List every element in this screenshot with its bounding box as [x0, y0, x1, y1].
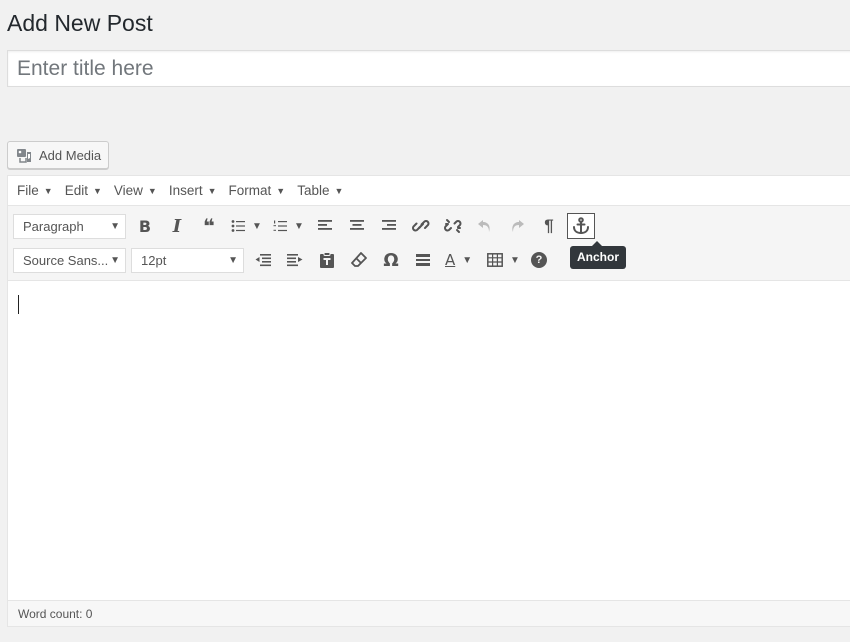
align-left-icon — [318, 220, 332, 230]
caret-down-icon: ▼ — [43, 185, 53, 196]
caret-down-icon: ▼ — [462, 254, 473, 266]
align-right-icon — [382, 220, 396, 230]
align-center-button[interactable] — [343, 213, 371, 239]
caret-down-icon: ▼ — [252, 220, 262, 232]
special-char-icon: Ω — [383, 249, 399, 271]
font-family-select[interactable]: Source Sans... ▼ — [13, 247, 126, 273]
horizontal-rule-icon — [416, 254, 430, 266]
italic-icon: I — [172, 215, 182, 237]
help-icon: ? — [531, 252, 547, 268]
caret-down-icon: ▼ — [276, 185, 286, 196]
paste-as-text-button[interactable] — [313, 247, 341, 273]
align-center-icon — [350, 220, 364, 230]
table-button[interactable]: ▼ — [483, 247, 521, 273]
redo-icon — [512, 220, 524, 232]
anchor-button[interactable] — [567, 213, 595, 239]
insert-link-button[interactable] — [407, 213, 435, 239]
caret-down-icon: ▼ — [147, 185, 157, 196]
caret-down-icon: ▼ — [510, 254, 520, 266]
table-icon — [487, 253, 503, 267]
text-cursor — [18, 295, 19, 314]
align-left-button[interactable] — [311, 213, 339, 239]
caret-down-icon: ▼ — [110, 254, 120, 266]
menu-table[interactable]: Table ▼ — [291, 179, 349, 203]
menu-insert[interactable]: Insert ▼ — [163, 179, 223, 203]
menu-edit[interactable]: Edit ▼ — [59, 179, 108, 203]
editor: File ▼ Edit ▼ View ▼ Insert ▼ Format ▼ Table ▼… — [7, 175, 850, 627]
page-title: Add New Post — [7, 10, 153, 36]
numbered-list-button[interactable]: ▼ — [269, 213, 307, 239]
clear-formatting-button[interactable] — [345, 247, 373, 273]
undo-button[interactable] — [471, 213, 499, 239]
link-icon — [412, 220, 430, 232]
bullet-list-button[interactable]: ▼ — [227, 213, 265, 239]
undo-icon — [478, 220, 490, 232]
align-right-button[interactable] — [375, 213, 403, 239]
add-media-icon — [17, 149, 31, 163]
paragraph-button[interactable]: ¶ — [535, 213, 563, 239]
unlink-icon — [444, 219, 462, 233]
blockquote-button[interactable]: ❝ — [195, 213, 223, 239]
help-button[interactable]: ? — [525, 247, 553, 273]
word-count: Word count: 0 — [18, 606, 93, 621]
menu-format[interactable]: Format ▼ — [223, 179, 292, 203]
paragraph-icon: ¶ — [544, 216, 554, 235]
caret-down-icon: ▼ — [207, 185, 217, 196]
add-media-button[interactable]: Add Media — [7, 141, 109, 169]
font-size-select[interactable]: 12pt ▼ — [131, 247, 244, 273]
editor-toolbar: Paragraph ▼ B I ❝ ▼ ▼ ¶ Source Sans... ▼… — [8, 206, 850, 281]
caret-down-icon: ▼ — [228, 254, 238, 266]
post-title-field[interactable] — [7, 50, 850, 87]
text-color-button[interactable]: A ▼ — [441, 247, 479, 273]
menu-file[interactable]: File ▼ — [11, 179, 59, 203]
outdent-icon — [255, 254, 271, 267]
outdent-button[interactable] — [249, 247, 277, 273]
toolbar-row-2: Source Sans... ▼ 12pt ▼ Ω A ▼ ▼ ? — [13, 247, 557, 273]
post-title-input[interactable] — [8, 51, 850, 86]
text-color-icon: A — [445, 251, 456, 269]
indent-icon — [287, 254, 303, 267]
indent-button[interactable] — [281, 247, 309, 273]
editor-menubar: File ▼ Edit ▼ View ▼ Insert ▼ Format ▼ Table ▼ — [8, 176, 850, 206]
unlink-button[interactable] — [439, 213, 467, 239]
italic-button[interactable]: I — [163, 213, 191, 239]
blockquote-icon: ❝ — [203, 215, 215, 238]
redo-button[interactable] — [503, 213, 531, 239]
editor-statusbar: Word count: 0 — [8, 600, 850, 626]
add-media-label: Add Media — [39, 147, 102, 163]
caret-down-icon: ▼ — [294, 220, 304, 232]
bullet-list-icon — [231, 220, 245, 232]
caret-down-icon: ▼ — [334, 185, 344, 196]
anchor-icon — [573, 217, 589, 235]
numbered-list-icon — [273, 220, 287, 232]
bold-icon: B — [138, 216, 152, 236]
horizontal-rule-button[interactable] — [409, 247, 437, 273]
toolbar-row-1: Paragraph ▼ B I ❝ ▼ ▼ ¶ — [13, 213, 599, 239]
format-select[interactable]: Paragraph ▼ — [13, 213, 126, 239]
paste-text-icon — [320, 252, 334, 268]
bold-button[interactable]: B — [131, 213, 159, 239]
editor-content-area[interactable] — [8, 282, 850, 600]
caret-down-icon: ▼ — [110, 220, 120, 232]
special-character-button[interactable]: Ω — [377, 247, 405, 273]
caret-down-icon: ▼ — [92, 185, 102, 196]
menu-view[interactable]: View ▼ — [108, 179, 163, 203]
clear-format-icon — [351, 252, 367, 267]
anchor-tooltip: Anchor — [570, 241, 626, 269]
